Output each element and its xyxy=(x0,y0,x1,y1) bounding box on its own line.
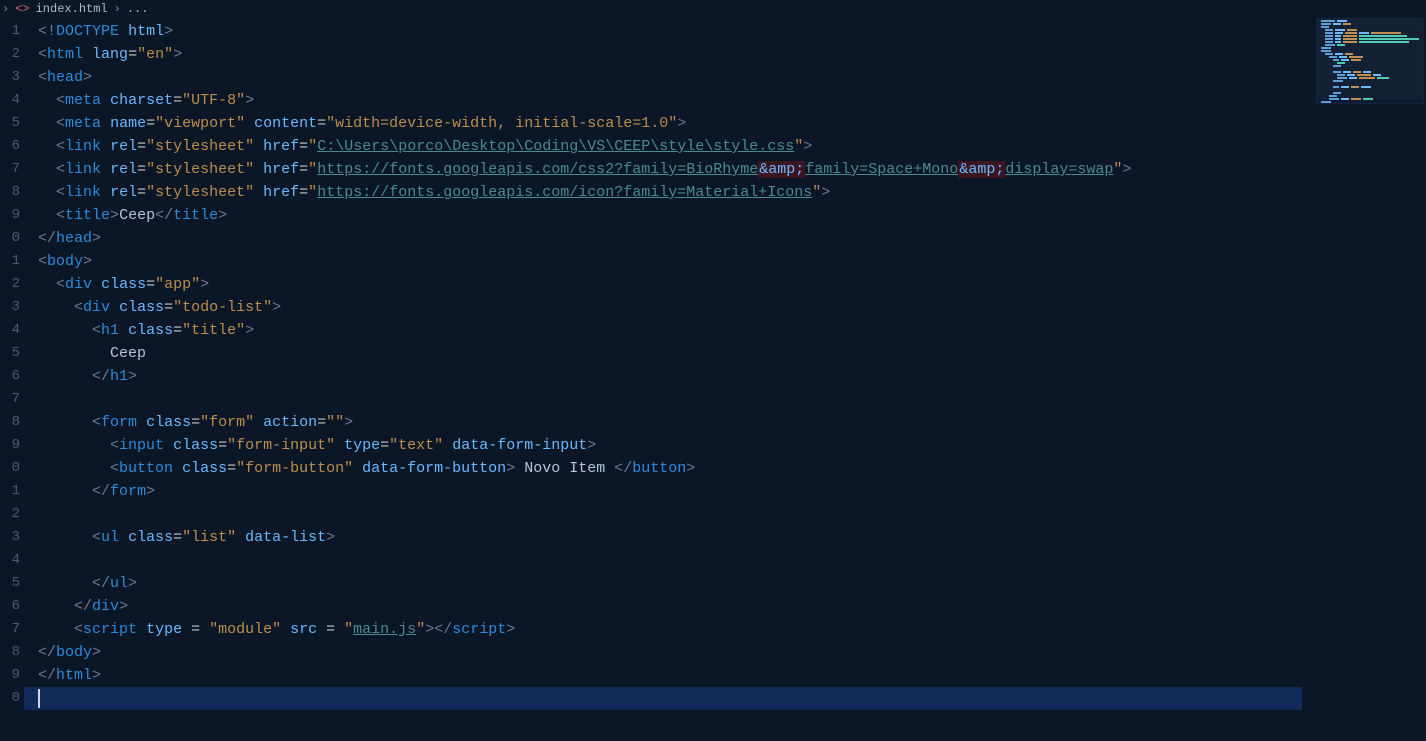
code-line[interactable]: <link rel="stylesheet" href="https://fon… xyxy=(24,158,1426,181)
line-number: 1 xyxy=(0,480,24,503)
code-line[interactable] xyxy=(24,388,1426,411)
line-number: 4 xyxy=(0,319,24,342)
code-line[interactable]: <meta name="viewport" content="width=dev… xyxy=(24,112,1426,135)
line-number: 3 xyxy=(0,296,24,319)
line-number: 5 xyxy=(0,342,24,365)
line-number: 1 xyxy=(0,20,24,43)
breadcrumb-trail[interactable]: ... xyxy=(127,2,149,16)
code-line[interactable]: <body> xyxy=(24,250,1426,273)
code-line[interactable]: <meta charset="UTF-8"> xyxy=(24,89,1426,112)
line-number: 5 xyxy=(0,112,24,135)
line-number: 9 xyxy=(0,204,24,227)
code-line[interactable]: <h1 class="title"> xyxy=(24,319,1426,342)
line-number: 6 xyxy=(0,135,24,158)
breadcrumb-file[interactable]: index.html xyxy=(36,2,108,16)
line-number: 7 xyxy=(0,158,24,181)
code-line[interactable]: <input class="form-input" type="text" da… xyxy=(24,434,1426,457)
line-number: 5 xyxy=(0,572,24,595)
breadcrumb[interactable]: › <> index.html › ... xyxy=(0,0,1426,18)
code-line[interactable]: </form> xyxy=(24,480,1426,503)
code-area[interactable]: <!DOCTYPE html> <html lang="en"> <head> … xyxy=(24,18,1426,741)
line-number: 4 xyxy=(0,89,24,112)
line-number: 2 xyxy=(0,43,24,66)
code-line-active[interactable] xyxy=(24,687,1302,710)
line-number: 4 xyxy=(0,549,24,572)
line-number: 2 xyxy=(0,503,24,526)
code-line[interactable]: </div> xyxy=(24,595,1426,618)
text-cursor xyxy=(38,689,40,708)
code-line[interactable]: <ul class="list" data-list> xyxy=(24,526,1426,549)
code-line[interactable]: </html> xyxy=(24,664,1426,687)
line-number: 9 xyxy=(0,434,24,457)
code-line[interactable]: <div class="todo-list"> xyxy=(24,296,1426,319)
file-code-icon: <> xyxy=(15,2,29,16)
line-number: 6 xyxy=(0,595,24,618)
code-line[interactable]: <link rel="stylesheet" href="C:\Users\po… xyxy=(24,135,1426,158)
code-line[interactable]: <div class="app"> xyxy=(24,273,1426,296)
line-number: 6 xyxy=(0,365,24,388)
code-line[interactable]: <title>Ceep</title> xyxy=(24,204,1426,227)
code-line[interactable]: <html lang="en"> xyxy=(24,43,1426,66)
code-line[interactable]: </head> xyxy=(24,227,1426,250)
code-line[interactable]: Ceep xyxy=(24,342,1426,365)
line-number: 8 xyxy=(0,181,24,204)
code-line[interactable]: </ul> xyxy=(24,572,1426,595)
code-editor[interactable]: 123456789012345678901234567890 <!DOCTYPE… xyxy=(0,18,1426,741)
line-number: 3 xyxy=(0,526,24,549)
code-line[interactable]: <button class="form-button" data-form-bu… xyxy=(24,457,1426,480)
code-line[interactable] xyxy=(24,549,1426,572)
minimap[interactable] xyxy=(1316,18,1424,104)
line-number: 9 xyxy=(0,664,24,687)
line-number: 7 xyxy=(0,618,24,641)
line-number: 0 xyxy=(0,457,24,480)
line-number: 0 xyxy=(0,227,24,250)
code-line[interactable]: </h1> xyxy=(24,365,1426,388)
chevron-right-icon: › xyxy=(114,2,121,16)
line-number-gutter: 123456789012345678901234567890 xyxy=(0,18,24,741)
line-number: 8 xyxy=(0,411,24,434)
chevron-right-icon: › xyxy=(2,2,9,16)
line-number: 7 xyxy=(0,388,24,411)
line-number: 8 xyxy=(0,641,24,664)
line-number: 2 xyxy=(0,273,24,296)
line-number: 3 xyxy=(0,66,24,89)
code-line[interactable]: </body> xyxy=(24,641,1426,664)
code-line[interactable]: <link rel="stylesheet" href="https://fon… xyxy=(24,181,1426,204)
code-line[interactable]: <head> xyxy=(24,66,1426,89)
minimap-viewport[interactable] xyxy=(1317,19,1423,99)
code-line[interactable] xyxy=(24,503,1426,526)
code-line[interactable]: <script type = "module" src = "main.js">… xyxy=(24,618,1426,641)
code-line[interactable]: <form class="form" action=""> xyxy=(24,411,1426,434)
line-number: 1 xyxy=(0,250,24,273)
code-line[interactable]: <!DOCTYPE html> xyxy=(24,20,1426,43)
line-number: 0 xyxy=(0,687,24,710)
